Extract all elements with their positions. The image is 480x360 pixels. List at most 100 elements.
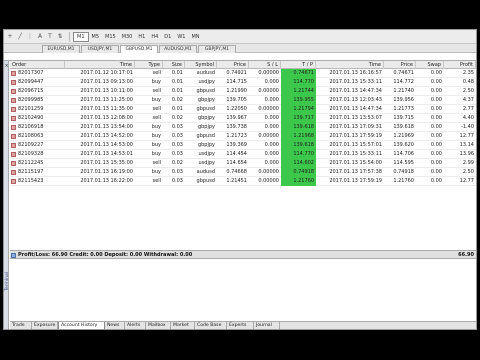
- cell-type: sell: [152, 178, 161, 184]
- terminal-tab-code-base[interactable]: Code Base: [195, 322, 227, 329]
- cell-tp: 139.618: [281, 123, 316, 132]
- timeframe-m30[interactable]: M30: [119, 33, 136, 41]
- table-row[interactable]: 82099447 2017.01.13 09:13:00 buy 0.01 usdjpy…: [10, 78, 476, 87]
- column-header-tp[interactable]: T / P: [281, 61, 316, 69]
- cell-size: 0.01: [171, 106, 183, 112]
- cell-close-time: 2017.01.13 17:57:38: [329, 169, 382, 175]
- terminal-tab-news[interactable]: News: [105, 322, 125, 329]
- cell-order: 82109227: [18, 142, 44, 148]
- terminal-tab-bar: Trade Exposure Account History News Alerts Ma…: [10, 321, 476, 329]
- close-icon[interactable]: ×: [5, 63, 9, 69]
- column-header-order[interactable]: Order: [10, 61, 65, 69]
- cell-tp: 1.21968: [281, 132, 316, 141]
- crosshair-icon[interactable]: +: [6, 33, 14, 41]
- column-header-price[interactable]: Price: [217, 61, 249, 69]
- column-header-close-price[interactable]: Price: [384, 61, 416, 69]
- timeframe-mn[interactable]: MN: [188, 33, 202, 41]
- cell-close-price: 1.21740: [393, 88, 414, 94]
- cell-price: 114.454: [226, 151, 247, 157]
- cell-size: 0.01: [171, 70, 183, 76]
- timeframe-h4[interactable]: H4: [148, 33, 161, 41]
- terminal-tab-mailbox[interactable]: Mailbox: [146, 322, 171, 329]
- column-header-size[interactable]: Size: [163, 61, 185, 69]
- table-row[interactable]: 82017307 2017.01.12 10:17:01 sell 0.01 audus…: [10, 69, 476, 78]
- table-row[interactable]: 82096715 2017.01.13 10:11:00 sell 0.01 gbpus…: [10, 87, 476, 96]
- table-row[interactable]: 82109328 2017.01.13 14:53:01 buy 0.03 usdjpy…: [10, 150, 476, 159]
- cell-order: 82115423: [18, 178, 44, 184]
- column-header-symbol[interactable]: Symbol: [185, 61, 217, 69]
- timeframe-d1[interactable]: D1: [161, 33, 174, 41]
- table-row[interactable]: 82115423 2017.01.13 16:22:00 sell 0.03 gbpus…: [10, 177, 476, 186]
- chart-area[interactable]: [4, 53, 476, 61]
- cell-price: 114.715: [226, 79, 247, 85]
- table-header: Order Time Type Size Symbol Price S / LT / P Ti…: [10, 61, 476, 69]
- cell-symbol: usdjpy: [198, 160, 215, 166]
- cell-symbol: gbpusd: [196, 106, 215, 112]
- table-row[interactable]: 82108063 2017.01.13 14:52:00 buy 0.03 gbpusd…: [10, 132, 476, 141]
- period-separator-icon[interactable]: ⋮: [26, 33, 34, 41]
- table-row[interactable]: 82112245 2017.01.13 15:35:00 sell 0.02 usdjp…: [10, 159, 476, 168]
- terminal-tab-journal[interactable]: Journal: [254, 322, 280, 329]
- text-tool-icon[interactable]: A: [36, 33, 44, 41]
- timeframe-m1[interactable]: M1: [73, 31, 89, 42]
- table-row[interactable]: 82101259 2017.01.13 11:35:00 sell 0.01 gbpus…: [10, 105, 476, 114]
- terminal-tab-alerts[interactable]: Alerts: [125, 322, 146, 329]
- column-header-swap[interactable]: Swap: [416, 61, 444, 69]
- cell-sl: 0.00000: [258, 106, 279, 112]
- cell-time: 2017.01.13 09:13:00: [80, 79, 133, 85]
- cell-symbol: audusd: [196, 169, 215, 175]
- terminal-tab-account-history[interactable]: Account History: [58, 322, 105, 329]
- chart-tab-gbpusd[interactable]: GBPUSD,M1: [120, 45, 158, 53]
- cell-type: buy: [151, 133, 161, 139]
- column-header-type[interactable]: Type: [135, 61, 163, 69]
- cell-type: buy: [151, 169, 161, 175]
- timeframe-m5[interactable]: M5: [89, 33, 103, 41]
- cell-sl: 0.000: [264, 151, 279, 157]
- table-row[interactable]: 82106918 2017.01.13 13:54:00 buy 0.03 gbpjpy…: [10, 123, 476, 132]
- cell-order: 82108063: [18, 133, 44, 139]
- terminal-tab-experts[interactable]: Experts: [227, 322, 254, 329]
- cell-swap: 0.00: [430, 133, 442, 139]
- table-row[interactable]: 82115197 2017.01.13 16:19:00 buy 0.03 audusd…: [10, 168, 476, 177]
- cell-close-price: 0.74918: [393, 169, 414, 175]
- column-header-profit[interactable]: Profit: [444, 61, 476, 69]
- cell-swap: 0.00: [430, 88, 442, 94]
- column-header-time[interactable]: Time: [65, 61, 135, 69]
- chart-tab-usdjpy[interactable]: USDJPY,M1: [81, 45, 119, 53]
- terminal-tab-exposure[interactable]: Exposure: [32, 322, 58, 329]
- table-row[interactable]: 82102490 2017.01.13 12:08:00 sell 0.02 gbpjp…: [10, 114, 476, 123]
- cell-price: 1.21451: [226, 178, 247, 184]
- cell-time: 2017.01.13 10:11:00: [80, 88, 133, 94]
- column-header-sl[interactable]: S / L: [249, 61, 281, 69]
- cell-close-price: 114.772: [393, 79, 414, 85]
- cell-close-time: 2017.01.13 15:54:00: [329, 160, 382, 166]
- cell-order: 82115197: [18, 169, 44, 175]
- cell-price: 139.369: [226, 142, 247, 148]
- terminal-tab-market[interactable]: Market: [171, 322, 195, 329]
- cell-close-price: 139.715: [393, 115, 414, 121]
- terminal-side-handle[interactable]: × Terminal: [4, 61, 10, 329]
- timeframe-h1[interactable]: H1: [135, 33, 148, 41]
- screen: + ╱ ⋮ A T ⇅ M1 M5 M15 M30 H1 H4 D1 W1 MN…: [0, 0, 480, 360]
- table-row[interactable]: 82099985 2017.01.13 11:25:00 buy 0.02 gbpjpy…: [10, 96, 476, 105]
- cell-price: 139.967: [226, 115, 247, 121]
- label-tool-icon[interactable]: T: [46, 33, 54, 41]
- cell-order: 82112245: [18, 160, 44, 166]
- cell-sl: 0.00000: [258, 169, 279, 175]
- cell-symbol: gbpjpy: [197, 124, 215, 130]
- timeframe-m15[interactable]: M15: [102, 33, 119, 41]
- column-header-close-time[interactable]: Time: [316, 61, 384, 69]
- cell-symbol: gbpusd: [196, 88, 215, 94]
- chart-tab-audusd[interactable]: AUDUSD,M1: [159, 45, 197, 53]
- timeframe-w1[interactable]: W1: [174, 33, 188, 41]
- chart-tab-eurusd[interactable]: EURUSD,M1: [42, 45, 80, 53]
- cell-symbol: gbpusd: [196, 178, 215, 184]
- chart-tab-gbpjpy[interactable]: GBPJPY,M1: [198, 45, 236, 53]
- line-tool-icon[interactable]: ╱: [16, 33, 24, 41]
- cell-close-price: 1.21969: [393, 133, 414, 139]
- table-row[interactable]: 82109227 2017.01.13 14:53:00 buy 0.03 gbpjpy…: [10, 141, 476, 150]
- cell-type: buy: [151, 142, 161, 148]
- terminal-tab-trade[interactable]: Trade: [10, 322, 32, 329]
- arrows-tool-icon[interactable]: ⇅: [56, 33, 64, 41]
- cell-close-time: 2017.01.13 15:33:11: [329, 79, 382, 85]
